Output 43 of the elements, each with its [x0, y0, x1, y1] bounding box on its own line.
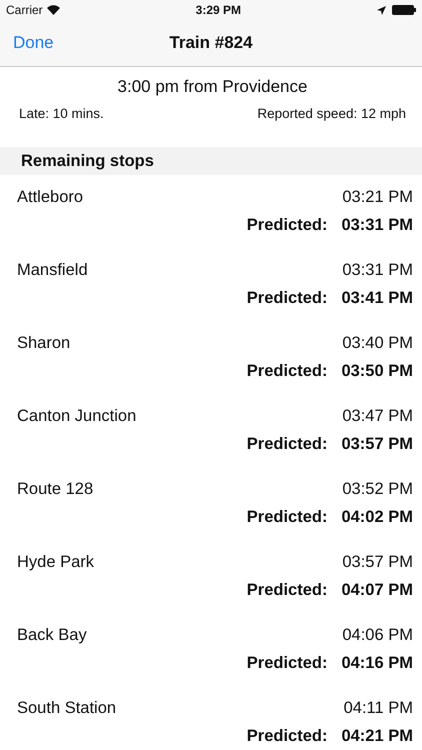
predicted-label: Predicted:: [246, 654, 328, 672]
stop-name: Mansfield: [17, 260, 88, 280]
location-arrow-icon: [377, 6, 386, 14]
stop-name: Sharon: [17, 334, 70, 352]
predicted-time: 04:21 PM: [341, 726, 413, 746]
section-header: Remaining stops: [0, 147, 422, 175]
stop-name: Attleboro: [17, 188, 84, 206]
predicted-label: Predicted:: [246, 726, 328, 746]
stop-name: Back Bay: [17, 626, 87, 644]
battery-icon: [392, 5, 416, 15]
nav-title: Train #824: [169, 33, 253, 53]
predicted-label: Predicted:: [246, 580, 328, 600]
predicted-label: Predicted:: [246, 508, 328, 526]
predicted-label: Predicted:: [246, 434, 328, 454]
done-button[interactable]: Done: [0, 33, 54, 53]
predicted-time: 04:16 PM: [341, 654, 413, 672]
stop-name: Hyde Park: [17, 552, 94, 572]
scheduled-time: 03:52 PM: [342, 480, 413, 498]
predicted-label: Predicted:: [246, 216, 328, 234]
scheduled-time: 04:11 PM: [344, 698, 413, 718]
predicted-time: 03:31 PM: [341, 216, 413, 234]
scheduled-time: 03:47 PM: [342, 406, 413, 426]
scheduled-time: 03:21 PM: [342, 188, 413, 206]
stop-name: Canton Junction: [17, 406, 136, 426]
stop-name: South Station: [17, 698, 116, 718]
scheduled-time: 04:06 PM: [342, 626, 413, 644]
stop-name: Route 128: [17, 480, 94, 498]
wifi-icon: [46, 5, 60, 15]
scheduled-time: 03:40 PM: [342, 334, 413, 352]
carrier-label: Carrier: [6, 3, 43, 17]
predicted-time: 03:41 PM: [341, 288, 413, 308]
predicted-time: 03:57 PM: [341, 434, 413, 454]
clock-time: 3:29 PM: [196, 3, 242, 17]
scheduled-time: 03:57 PM: [342, 552, 413, 572]
speed-text: Reported speed: 12 mph: [257, 106, 406, 121]
predicted-label: Predicted:: [246, 362, 328, 380]
scheduled-time: 03:31 PM: [342, 260, 413, 280]
departure-text: 3:00 pm from Providence: [116, 77, 308, 97]
predicted-time: 03:50 PM: [341, 362, 413, 380]
predicted-time: 04:07 PM: [341, 580, 413, 600]
predicted-time: 04:02 PM: [341, 508, 413, 526]
predicted-label: Predicted:: [246, 288, 328, 308]
late-text: Late: 10 mins.: [19, 106, 104, 121]
